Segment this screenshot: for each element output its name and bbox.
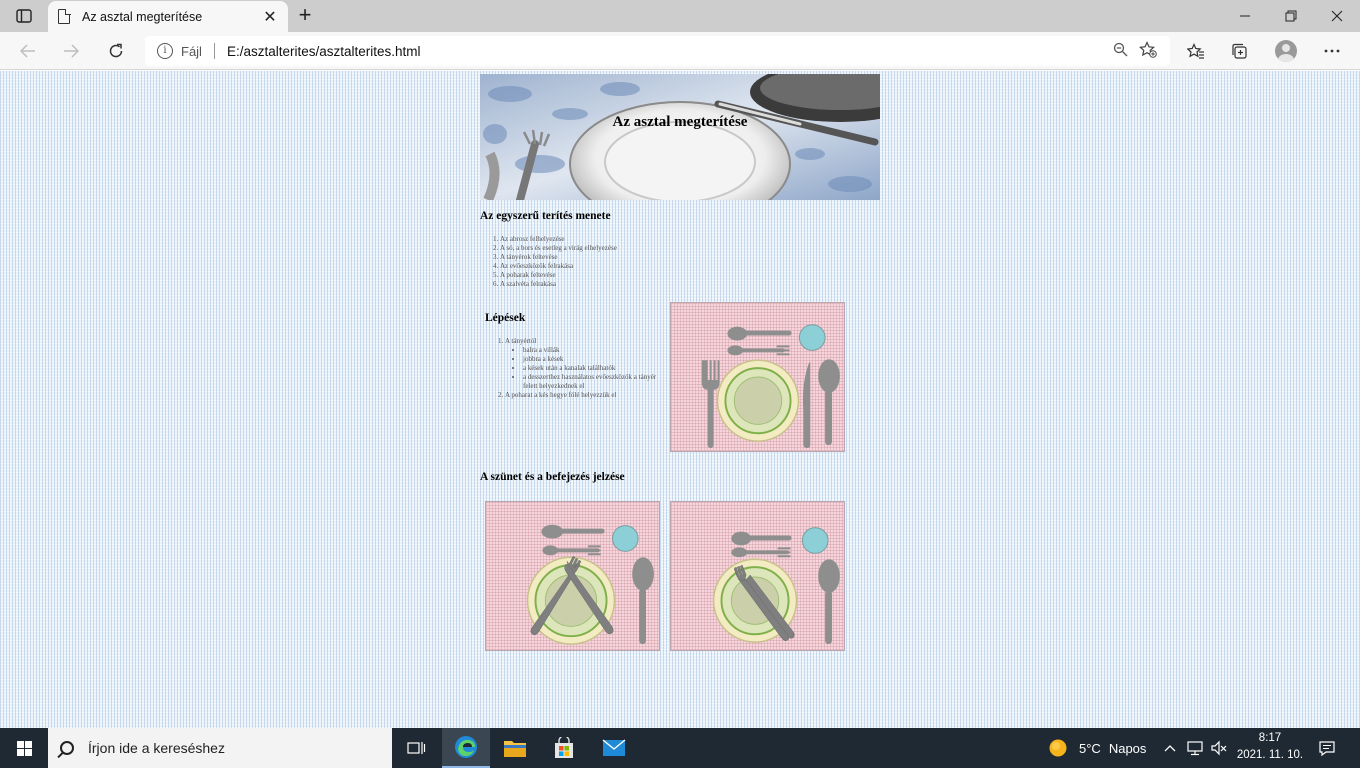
- steps-detail-list: A tányértól balra a villák jobbra a kése…: [485, 337, 663, 400]
- start-button[interactable]: [0, 728, 48, 768]
- setting-steps-list: Az abrosz felhelyezése A só, a bors és e…: [480, 235, 780, 289]
- restore-button[interactable]: [1268, 0, 1314, 32]
- search-placeholder: Írjon ide a kereséshez: [88, 740, 225, 756]
- add-favorite-icon[interactable]: [1134, 40, 1162, 62]
- new-tab-button[interactable]: +: [294, 4, 316, 28]
- section-heading: A szünet és a befejezés jelzése: [480, 471, 625, 483]
- taskbar-search[interactable]: Írjon ide a kereséshez: [48, 728, 392, 768]
- network-icon[interactable]: [1186, 728, 1204, 768]
- refresh-icon[interactable]: [102, 37, 130, 65]
- zoom-out-icon[interactable]: [1106, 42, 1134, 61]
- place-setting-illustration: [670, 302, 845, 452]
- tab-strip: Az asztal megterítése ✕ +: [0, 0, 1360, 32]
- tab-actions-icon[interactable]: [8, 4, 40, 28]
- scheme-label: Fájl: [181, 43, 202, 59]
- clock-time: 8:17: [1258, 732, 1282, 744]
- close-window-button[interactable]: [1314, 0, 1360, 32]
- list-item: A só, a bors és esetleg a virág elhelyez…: [500, 244, 780, 253]
- page-title: Az asztal megterítése: [612, 114, 748, 130]
- back-arrow-icon[interactable]: [14, 37, 42, 65]
- list-item: A tányértól balra a villák jobbra a kése…: [505, 337, 663, 391]
- address-bar[interactable]: i Fájl E:/asztalterites/asztalterites.ht…: [145, 36, 1170, 66]
- search-icon: [60, 741, 74, 755]
- avatar: [1275, 40, 1297, 62]
- windows-logo-icon: [16, 740, 32, 756]
- list-item: A szalvéta felrakása: [500, 280, 780, 289]
- list-item: Az abrosz felhelyezése: [500, 235, 780, 244]
- mail-icon[interactable]: [590, 728, 638, 768]
- list-item: A tányérok feltevése: [500, 253, 780, 262]
- task-view-icon[interactable]: [392, 728, 440, 768]
- profile-avatar[interactable]: [1271, 37, 1301, 65]
- system-clock[interactable]: 8:17 2021. 11. 10.: [1230, 730, 1310, 764]
- tab-active[interactable]: Az asztal megterítése ✕: [48, 1, 288, 32]
- list-item: balra a villák: [523, 346, 663, 355]
- page-viewport: Az asztal megterítése Az egyszerű teríté…: [0, 71, 1360, 728]
- list-item: A poharat a kés hegye fölé helyezzük el: [505, 391, 663, 400]
- list-item: jobbra a kések: [523, 355, 663, 364]
- address-separator: [213, 43, 215, 59]
- volume-muted-icon[interactable]: [1210, 728, 1228, 768]
- weather-widget[interactable]: 5°C Napos: [1048, 728, 1146, 768]
- list-item: Az evőeszközök felrakása: [500, 262, 780, 271]
- chevron-up-icon[interactable]: [1164, 728, 1176, 768]
- more-menu-icon[interactable]: [1317, 37, 1347, 65]
- finished-signal-illustration: [670, 501, 845, 651]
- browser-toolbar: i Fájl E:/asztalterites/asztalterites.ht…: [0, 32, 1360, 70]
- list-item-text: A tányértól: [505, 337, 537, 345]
- pause-signal-illustration: [485, 501, 660, 651]
- forward-arrow-icon[interactable]: [57, 37, 85, 65]
- section-heading: Lépések: [485, 312, 526, 324]
- tab-close-icon[interactable]: ✕: [262, 7, 278, 27]
- document-icon: [58, 8, 71, 24]
- windows-taskbar: Írjon ide a kereséshez 5°C Napos 8:17 20…: [0, 728, 1360, 768]
- tab-title: Az asztal megterítése: [82, 9, 203, 24]
- edge-browser-icon[interactable]: [442, 728, 490, 768]
- collections-icon[interactable]: [1225, 37, 1255, 65]
- list-item: a kések után a kanalak találhatók: [523, 364, 663, 373]
- file-explorer-icon[interactable]: [491, 728, 539, 768]
- favorites-icon[interactable]: [1181, 37, 1211, 65]
- url-text[interactable]: E:/asztalterites/asztalterites.html: [227, 44, 1106, 59]
- clock-date: 2021. 11. 10.: [1236, 749, 1304, 761]
- weather-condition: Napos: [1108, 740, 1147, 756]
- notifications-icon[interactable]: [1318, 728, 1336, 768]
- section-heading: Az egyszerű terítés menete: [480, 210, 611, 222]
- info-icon[interactable]: i: [157, 43, 173, 59]
- weather-temp: 5°C: [1079, 740, 1101, 756]
- sun-icon: [1049, 739, 1067, 757]
- store-icon[interactable]: [540, 728, 588, 768]
- list-item: a desszerthez használatos evőeszközök a …: [523, 373, 663, 391]
- table-setting-photo: [480, 74, 880, 200]
- minimize-button[interactable]: [1222, 0, 1268, 32]
- header-banner-image: Az asztal megterítése: [480, 74, 880, 200]
- list-item: A poharak feltevése: [500, 271, 780, 280]
